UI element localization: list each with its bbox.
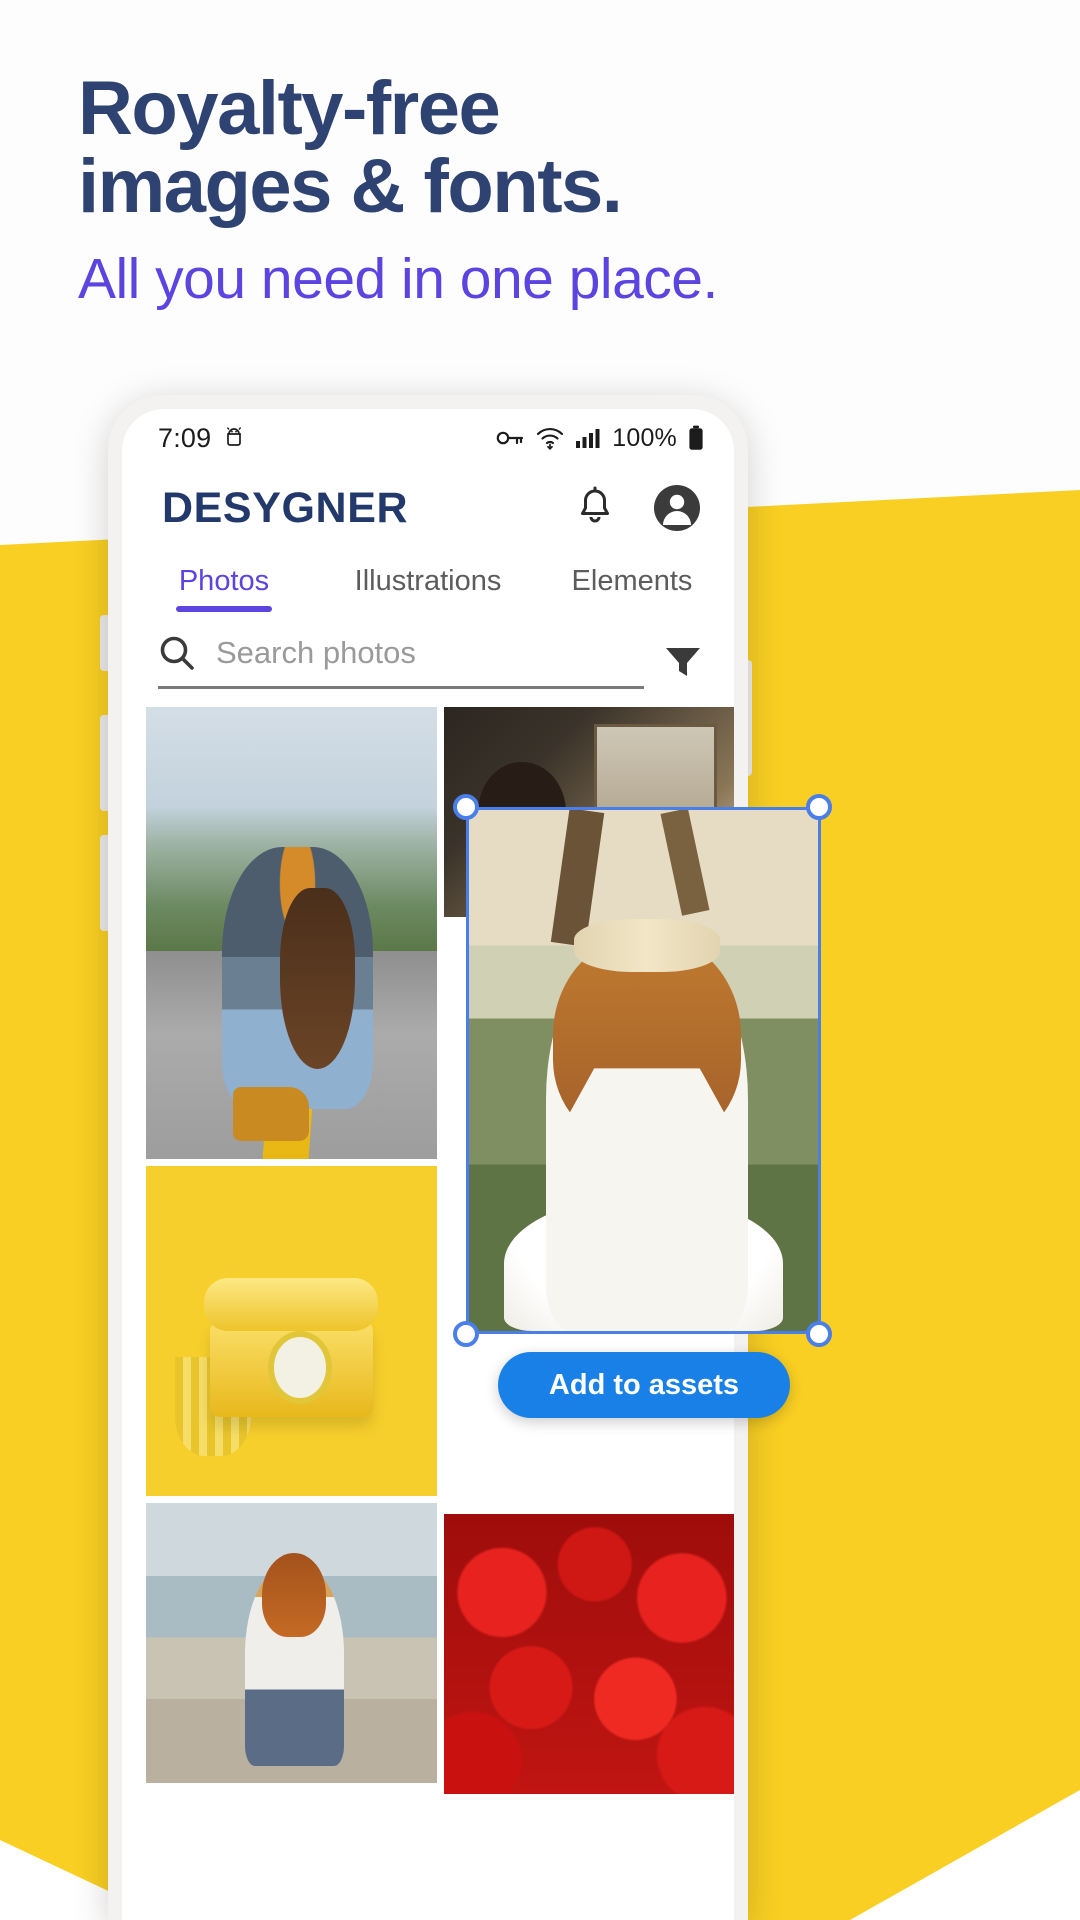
selection-handle-top-right[interactable] (806, 794, 832, 820)
vpn-key-icon (495, 428, 525, 448)
search-row: Search photos (122, 612, 734, 689)
selected-photo-frame[interactable] (466, 807, 821, 1334)
header-icon-group (574, 483, 702, 533)
filter-funnel-icon[interactable] (662, 641, 704, 683)
add-to-assets-button[interactable]: Add to assets (498, 1352, 790, 1418)
photo-subject-hair (279, 887, 356, 1069)
yellow-rotary-phone-photo[interactable] (146, 1166, 437, 1496)
photographer-on-road-photo[interactable] (146, 707, 437, 1159)
hero-title: Royalty-free images & fonts. (78, 70, 1018, 226)
app-logo[interactable]: DESYGNER (162, 484, 408, 533)
selection-handle-bottom-left[interactable] (453, 1321, 479, 1347)
hero-title-line-2: images & fonts. (78, 144, 623, 229)
search-icon (158, 634, 196, 672)
search-input[interactable]: Search photos (216, 635, 416, 671)
status-bar: 7:09 100% (122, 409, 734, 467)
android-robot-icon (223, 426, 245, 450)
status-bar-left: 7:09 (158, 423, 245, 454)
photo-grid-column-left (146, 707, 437, 1794)
wifi-icon (536, 426, 564, 450)
woman-on-beach-photo[interactable] (146, 1503, 437, 1783)
status-bar-right: 100% (495, 424, 704, 453)
account-circle-icon[interactable] (652, 483, 702, 533)
hero-title-line-1: Royalty-free (78, 66, 501, 151)
status-time: 7:09 (158, 422, 212, 453)
selection-handle-bottom-right[interactable] (806, 1321, 832, 1347)
tree-branch (660, 810, 710, 916)
battery-percentage: 100% (612, 423, 677, 452)
tab-illustrations[interactable]: Illustrations (326, 565, 530, 612)
tab-elements[interactable]: Elements (530, 565, 734, 612)
bell-icon[interactable] (574, 486, 616, 530)
phone-handset (204, 1278, 379, 1331)
category-tabs: Photos Illustrations Elements (122, 543, 734, 612)
bride-with-dandelion-photo[interactable] (469, 810, 818, 1331)
app-header: DESYGNER (122, 467, 734, 543)
tab-photos[interactable]: Photos (122, 565, 326, 612)
search-input-wrapper[interactable]: Search photos (158, 634, 644, 689)
strawberries-photo[interactable] (443, 1514, 734, 1794)
hero-subtitle: All you need in one place. (78, 247, 718, 311)
cellular-signal-icon (575, 427, 601, 449)
photo-subject-hair (262, 1553, 327, 1638)
selection-handle-top-left[interactable] (453, 794, 479, 820)
hero-text-block: Royalty-free images & fonts. All you nee… (78, 70, 1018, 311)
phone-dial (268, 1331, 332, 1404)
photo-subject-boot (233, 1086, 309, 1141)
photo-subject-flower-crown (573, 919, 721, 972)
battery-full-icon (688, 425, 704, 451)
